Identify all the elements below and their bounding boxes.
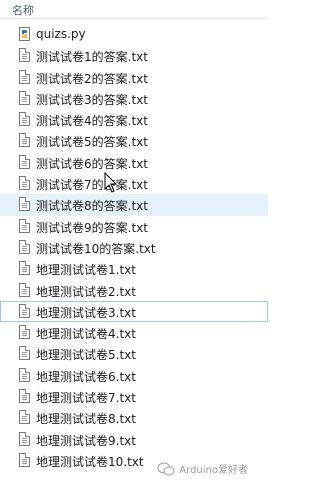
file-name: 测试试卷6的答案.txt: [36, 156, 148, 171]
text-file-icon: [19, 90, 30, 105]
file-row[interactable]: 地理测试试卷1.txt: [0, 258, 268, 279]
text-file-icon: [19, 431, 30, 446]
file-name: 测试试卷9的答案.txt: [36, 220, 148, 235]
text-file-icon: [19, 48, 30, 63]
wechat-icon: [157, 462, 175, 475]
file-row[interactable]: 测试试卷3的答案.txt: [0, 88, 268, 109]
file-name: 测试试卷10的答案.txt: [36, 241, 156, 256]
file-name: 地理测试试卷5.txt: [36, 348, 136, 363]
file-name: 地理测试试卷2.txt: [36, 284, 136, 299]
text-file-icon: [19, 197, 30, 212]
file-name: quizs.py: [36, 27, 86, 41]
file-name: 地理测试试卷6.txt: [36, 369, 136, 384]
file-row[interactable]: 地理测试试卷2.txt: [0, 280, 268, 301]
file-name: 测试试卷5的答案.txt: [36, 135, 148, 150]
watermark: Arduino爱好者: [157, 461, 248, 476]
file-name: 测试试卷2的答案.txt: [36, 71, 148, 86]
text-file-icon: [19, 176, 30, 191]
file-name: 地理测试试卷7.txt: [36, 391, 136, 406]
file-row[interactable]: 地理测试试卷9.txt: [0, 429, 268, 450]
file-row[interactable]: 地理测试试卷8.txt: [0, 407, 268, 428]
file-name: 测试试卷3的答案.txt: [36, 92, 148, 107]
python-file-icon: [19, 27, 30, 41]
text-file-icon: [19, 303, 30, 318]
text-file-icon: [19, 282, 30, 297]
text-file-icon: [19, 346, 30, 361]
file-row[interactable]: 测试试卷10的答案.txt: [0, 237, 268, 258]
text-file-icon: [19, 239, 30, 254]
file-row[interactable]: 地理测试试卷4.txt: [0, 322, 268, 343]
text-file-icon: [19, 325, 30, 340]
file-row[interactable]: 地理测试试卷7.txt: [0, 386, 268, 407]
file-row[interactable]: quizs.py: [0, 24, 268, 45]
file-row[interactable]: 测试试卷2的答案.txt: [0, 67, 268, 88]
file-name: 地理测试试卷8.txt: [36, 412, 136, 427]
file-name: 地理测试试卷4.txt: [36, 327, 136, 342]
text-file-icon: [19, 389, 30, 404]
file-row[interactable]: 地理测试试卷6.txt: [0, 365, 268, 386]
watermark-text: Arduino爱好者: [179, 465, 248, 476]
name-column-header[interactable]: 名称: [12, 2, 34, 18]
text-file-icon: [19, 367, 30, 382]
column-header: 名称: [0, 0, 268, 19]
file-name: 测试试卷7的答案.txt: [36, 178, 148, 193]
file-name: 地理测试试卷9.txt: [36, 433, 136, 448]
file-row[interactable]: 测试试卷6的答案.txt: [0, 152, 268, 173]
file-name: 地理测试试卷1.txt: [36, 263, 136, 278]
text-file-icon: [19, 69, 30, 84]
text-file-icon: [19, 154, 30, 169]
file-row[interactable]: 测试试卷5的答案.txt: [0, 130, 268, 151]
file-row[interactable]: 地理测试试卷5.txt: [0, 343, 268, 364]
file-list: quizs.py 测试试卷1的答案.txt 测试试卷2的答案.txt 测试试卷3的答案…: [0, 24, 268, 471]
file-row[interactable]: 测试试卷8的答案.txt: [0, 194, 268, 216]
file-name: 测试试卷4的答案.txt: [36, 114, 148, 129]
file-name: 地理测试试卷3.txt: [36, 305, 136, 320]
file-name: 测试试卷8的答案.txt: [36, 199, 148, 214]
text-file-icon: [19, 218, 30, 233]
file-name: 测试试卷1的答案.txt: [36, 50, 148, 65]
mouse-cursor-icon: [104, 172, 118, 193]
text-file-icon: [19, 261, 30, 276]
file-row[interactable]: 测试试卷4的答案.txt: [0, 109, 268, 130]
file-row[interactable]: 地理测试试卷3.txt: [0, 300, 268, 323]
file-row[interactable]: 测试试卷7的答案.txt: [0, 173, 268, 194]
file-row[interactable]: 测试试卷1的答案.txt: [0, 45, 268, 66]
file-name: 地理测试试卷10.txt: [36, 454, 144, 469]
text-file-icon: [19, 410, 30, 425]
text-file-icon: [19, 112, 30, 127]
text-file-icon: [19, 133, 30, 148]
file-row[interactable]: 测试试卷9的答案.txt: [0, 216, 268, 237]
text-file-icon: [19, 452, 30, 467]
